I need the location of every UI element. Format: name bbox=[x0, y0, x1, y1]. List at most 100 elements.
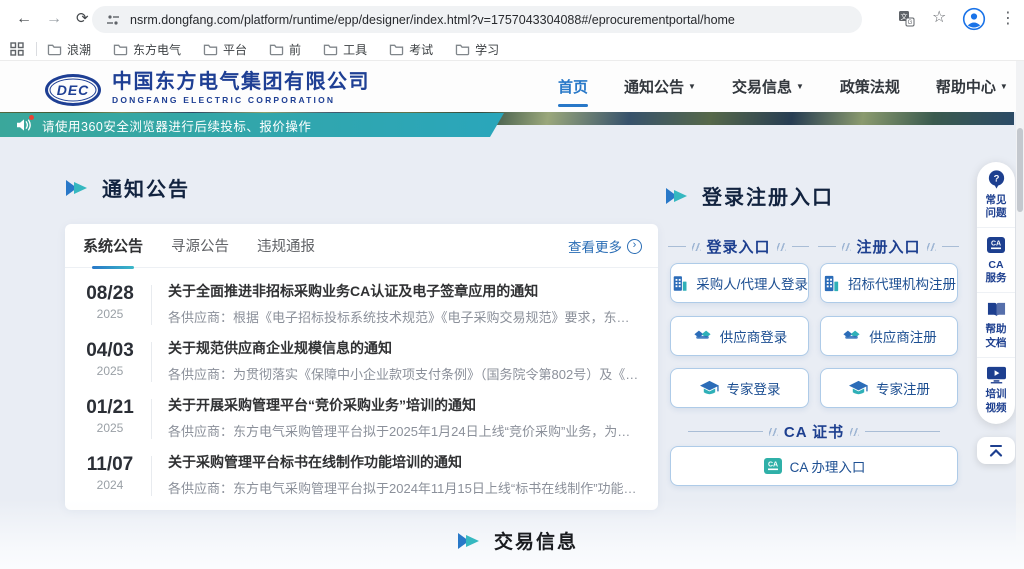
svg-text:CA: CA bbox=[991, 240, 1001, 247]
bookmarks-bar: 浪潮 东方电气 平台 前 工具 考试 学习 bbox=[0, 38, 1024, 61]
speaker-icon bbox=[16, 118, 32, 132]
company-name-en: DONGFANG ELECTRIC CORPORATION bbox=[112, 95, 370, 105]
translate-icon[interactable]: 文 G bbox=[898, 10, 915, 32]
faq-item[interactable]: ? 常见问题 bbox=[977, 162, 1015, 227]
ribbon-text: 请使用360安全浏览器进行后续投标、报价操作 bbox=[42, 116, 311, 135]
floating-help-panel: ? 常见问题 CA CA 服务 帮助文档 bbox=[977, 162, 1015, 424]
notice-row[interactable]: 04/03 2025 关于规范供应商企业规模信息的通知 各供应商：为贯彻落实《保… bbox=[65, 331, 658, 388]
notice-summary: 各供应商：东方电气采购管理平台拟于2025年1月24日上线“竞价采购”业务，为帮… bbox=[168, 421, 642, 440]
login-entry-header: 登录入口 bbox=[668, 236, 809, 257]
expert-register-button[interactable]: 专家注册 bbox=[820, 368, 958, 408]
notice-title[interactable]: 关于采购管理平台标书在线制作功能培训的通知 bbox=[168, 454, 642, 471]
section-arrow-icon bbox=[65, 178, 89, 198]
nav-policies[interactable]: 政策法规 bbox=[840, 76, 900, 97]
notice-title[interactable]: 关于开展采购管理平台“竞价采购业务”培训的通知 bbox=[168, 397, 642, 414]
handshake-icon bbox=[841, 327, 862, 345]
notice-summary: 各供应商：根据《电子招标投标系统技术规范》《电子采购交易规范》要求，东方电气采购… bbox=[168, 307, 642, 326]
section-arrow-icon bbox=[665, 186, 689, 206]
help-docs-item[interactable]: 帮助文档 bbox=[977, 292, 1015, 357]
divider bbox=[151, 456, 152, 496]
training-videos-item[interactable]: 培训视频 bbox=[977, 357, 1015, 422]
bookmark-folder[interactable]: 浪潮 bbox=[47, 41, 91, 58]
ca-service-item[interactable]: CA CA 服务 bbox=[977, 227, 1015, 292]
notification-dot bbox=[29, 115, 34, 120]
notice-section-title: 通知公告 bbox=[65, 173, 190, 202]
divider bbox=[151, 342, 152, 382]
profile-avatar[interactable] bbox=[962, 7, 986, 36]
bookmark-folder[interactable]: 工具 bbox=[323, 41, 367, 58]
notice-tabbar: 系统公告 寻源公告 违规通报 查看更多 › bbox=[65, 224, 658, 268]
divider bbox=[151, 285, 152, 325]
tab-system-notices[interactable]: 系统公告 bbox=[83, 224, 143, 268]
section-arrow-icon bbox=[457, 531, 481, 551]
supplier-login-button[interactable]: 供应商登录 bbox=[670, 316, 809, 356]
bidding-agency-register-button[interactable]: 招标代理机构注册 bbox=[820, 263, 958, 303]
notice-title[interactable]: 关于规范供应商企业规模信息的通知 bbox=[168, 340, 642, 357]
svg-text:?: ? bbox=[993, 173, 999, 184]
nav-notices[interactable]: 通知公告▼ bbox=[624, 76, 696, 97]
bookmark-star-icon[interactable]: ☆ bbox=[932, 9, 946, 27]
tab-active-underline bbox=[92, 266, 134, 269]
building-icon bbox=[822, 274, 841, 293]
nav-trade-info[interactable]: 交易信息▼ bbox=[732, 76, 804, 97]
bookmark-folder[interactable]: 前 bbox=[269, 41, 301, 58]
notice-row[interactable]: 11/07 2024 关于采购管理平台标书在线制作功能培训的通知 各供应商：东方… bbox=[65, 445, 658, 502]
scrollbar-thumb[interactable] bbox=[1017, 128, 1023, 212]
site-settings-icon[interactable] bbox=[106, 13, 120, 27]
notice-row[interactable]: 01/21 2025 关于开展采购管理平台“竞价采购业务”培训的通知 各供应商：… bbox=[65, 388, 658, 445]
back-icon[interactable]: ← bbox=[16, 10, 32, 28]
supplier-register-button[interactable]: 供应商注册 bbox=[820, 316, 958, 356]
nav-help-center[interactable]: 帮助中心▼ bbox=[936, 76, 1008, 97]
notice-row[interactable]: 08/28 2025 关于全面推进非招标采购业务CA认证及电子签章应用的通知 各… bbox=[65, 274, 658, 331]
buyer-agent-login-button[interactable]: 采购人/代理人登录 bbox=[670, 263, 809, 303]
notice-list: 08/28 2025 关于全面推进非招标采购业务CA认证及电子签章应用的通知 各… bbox=[65, 268, 658, 502]
company-name: 中国东方电气集团有限公司 DONGFANG ELECTRIC CORPORATI… bbox=[112, 71, 370, 105]
bookmark-folder[interactable]: 平台 bbox=[203, 41, 247, 58]
company-name-cn: 中国东方电气集团有限公司 bbox=[112, 71, 370, 93]
notice-card: 系统公告 寻源公告 违规通报 查看更多 › 08/28 2025 关于全面推进非… bbox=[65, 224, 658, 510]
bookmark-folder[interactable]: 学习 bbox=[455, 41, 499, 58]
book-icon bbox=[986, 300, 1007, 319]
ca-badge-icon: CA bbox=[986, 235, 1006, 255]
screen: ← → ⟳ nsrm.dongfang.com/platform/runtime… bbox=[0, 0, 1024, 569]
trade-section-title: 交易信息 bbox=[457, 527, 578, 554]
dec-logo[interactable]: DEC bbox=[45, 74, 101, 106]
active-underline bbox=[558, 104, 588, 107]
notice-summary: 各供应商：东方电气采购管理平台拟于2024年11月15日上线“标书在线制作”功能… bbox=[168, 478, 642, 497]
chevron-down-icon: ▼ bbox=[1000, 82, 1008, 91]
handshake-icon bbox=[692, 327, 713, 345]
browser-toolbar: ← → ⟳ nsrm.dongfang.com/platform/runtime… bbox=[0, 0, 1024, 38]
video-monitor-icon bbox=[986, 365, 1007, 384]
notice-date: 04/03 2025 bbox=[81, 340, 139, 378]
svg-text:G: G bbox=[908, 20, 913, 26]
ca-badge-icon: CA bbox=[763, 456, 783, 476]
graduation-cap-icon bbox=[848, 379, 869, 398]
notice-title[interactable]: 关于全面推进非招标采购业务CA认证及电子签章应用的通知 bbox=[168, 283, 642, 300]
scroll-to-top-button[interactable] bbox=[977, 437, 1015, 464]
tab-sourcing-notices[interactable]: 寻源公告 bbox=[171, 224, 229, 268]
address-bar[interactable]: nsrm.dongfang.com/platform/runtime/epp/d… bbox=[92, 6, 862, 33]
bookmark-folder[interactable]: 考试 bbox=[389, 41, 433, 58]
notice-summary: 各供应商：为贯彻落实《保障中小企业款项支付条例》（国务院令第802号）及《中小企… bbox=[168, 364, 642, 383]
register-entry-header: 注册入口 bbox=[818, 236, 959, 257]
menu-dots-icon[interactable]: ⋮ bbox=[1000, 10, 1016, 28]
bookmark-folder[interactable]: 东方电气 bbox=[113, 41, 181, 58]
notice-date: 11/07 2024 bbox=[81, 454, 139, 492]
site-header: DEC 中国东方电气集团有限公司 DONGFANG ELECTRIC CORPO… bbox=[0, 61, 1024, 112]
nav-home[interactable]: 首页 bbox=[558, 76, 588, 97]
forward-icon[interactable]: → bbox=[46, 10, 62, 28]
expert-login-button[interactable]: 专家登录 bbox=[670, 368, 809, 408]
arrow-right-circle-icon: › bbox=[627, 239, 642, 254]
collapse-top-icon bbox=[987, 444, 1005, 458]
divider bbox=[151, 399, 152, 439]
chevron-down-icon: ▼ bbox=[796, 82, 804, 91]
ca-apply-button[interactable]: CA CA 办理入口 bbox=[670, 446, 958, 486]
tab-violation-reports[interactable]: 违规通报 bbox=[257, 224, 315, 268]
apps-grid-icon[interactable] bbox=[10, 42, 24, 56]
url-text[interactable]: nsrm.dongfang.com/platform/runtime/epp/d… bbox=[130, 13, 735, 27]
view-more-link[interactable]: 查看更多 › bbox=[568, 224, 642, 268]
reload-icon[interactable]: ⟳ bbox=[76, 10, 89, 28]
login-section-title: 登录注册入口 bbox=[665, 181, 834, 210]
notice-date: 01/21 2025 bbox=[81, 397, 139, 435]
building-icon bbox=[671, 274, 689, 293]
